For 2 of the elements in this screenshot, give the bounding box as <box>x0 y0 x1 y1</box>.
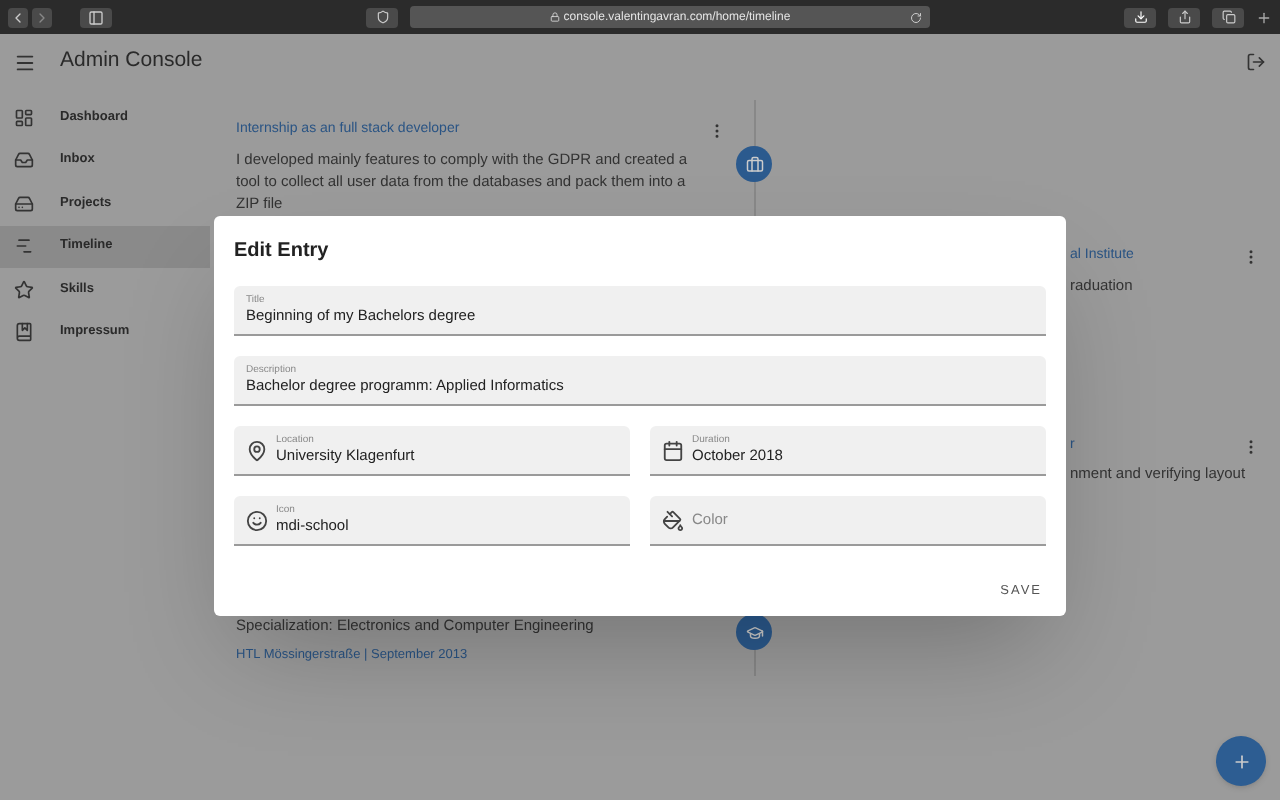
app-title: Admin Console <box>60 46 203 77</box>
dialog-title: Edit Entry <box>234 238 331 266</box>
